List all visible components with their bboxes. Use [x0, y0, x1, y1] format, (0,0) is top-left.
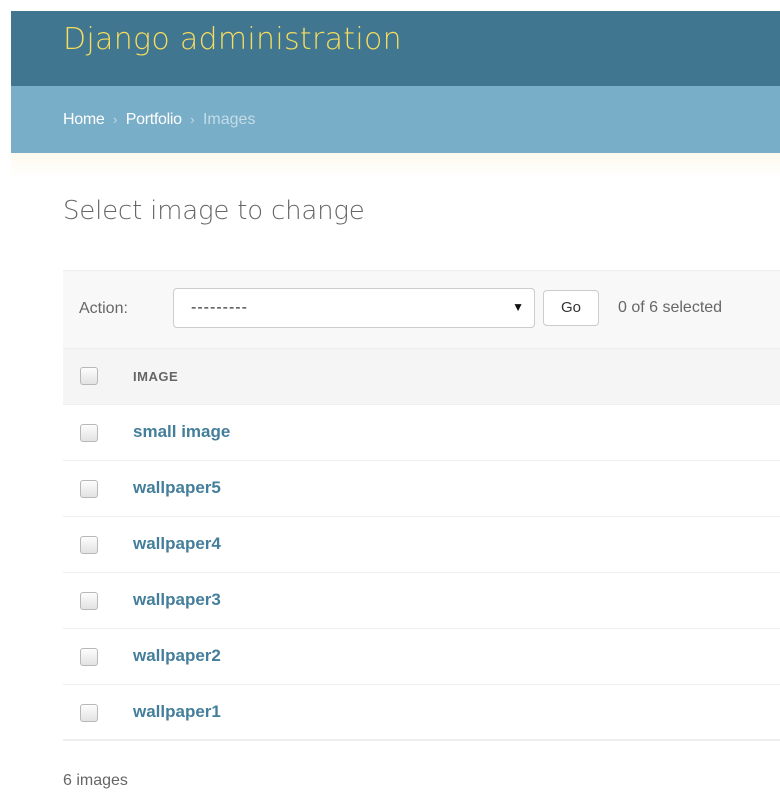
- table-header-row: IMAGE: [63, 348, 780, 405]
- table-row: wallpaper3: [63, 573, 780, 629]
- breadcrumb-current: Images: [202, 111, 256, 128]
- row-link[interactable]: small image: [133, 422, 230, 442]
- table-row: wallpaper1: [63, 685, 780, 741]
- breadcrumb-home[interactable]: Home: [63, 111, 105, 128]
- column-header-image[interactable]: IMAGE: [133, 369, 178, 384]
- dropdown-arrow-icon: ▼: [512, 300, 524, 314]
- row-checkbox[interactable]: [80, 592, 98, 610]
- selection-counter: 0 of 6 selected: [618, 299, 723, 316]
- go-button[interactable]: Go: [543, 290, 599, 326]
- header-shadow: [11, 153, 780, 179]
- site-header: Django administration: [11, 11, 780, 86]
- row-checkbox[interactable]: [80, 704, 98, 722]
- site-title[interactable]: Django administration: [63, 22, 402, 57]
- table-row: wallpaper2: [63, 629, 780, 685]
- row-checkbox[interactable]: [80, 648, 98, 666]
- action-select[interactable]: --------- ▼: [173, 288, 535, 328]
- row-checkbox[interactable]: [80, 480, 98, 498]
- result-count: 6 images: [63, 772, 128, 789]
- row-link[interactable]: wallpaper3: [133, 590, 221, 610]
- breadcrumb-separator: ›: [112, 112, 118, 127]
- breadcrumb: Home › Portfolio › Images: [11, 86, 780, 153]
- select-all-checkbox[interactable]: [80, 367, 98, 385]
- result-table: IMAGE small image wallpaper5 wallpaper4 …: [63, 348, 780, 741]
- breadcrumb-portfolio[interactable]: Portfolio: [126, 111, 182, 128]
- row-link[interactable]: wallpaper2: [133, 646, 221, 666]
- row-link[interactable]: wallpaper4: [133, 534, 221, 554]
- actions-bar: Action: --------- ▼ Go 0 of 6 selected: [63, 270, 780, 348]
- row-link[interactable]: wallpaper5: [133, 478, 221, 498]
- table-row: small image: [63, 405, 780, 461]
- table-row: wallpaper4: [63, 517, 780, 573]
- action-select-value: ---------: [191, 299, 248, 316]
- table-row: wallpaper5: [63, 461, 780, 517]
- row-link[interactable]: wallpaper1: [133, 702, 221, 722]
- breadcrumb-separator: ›: [190, 112, 195, 127]
- row-checkbox[interactable]: [80, 536, 98, 554]
- page-title: Select image to change: [63, 196, 365, 226]
- row-checkbox[interactable]: [80, 424, 98, 442]
- action-label: Action:: [79, 300, 128, 317]
